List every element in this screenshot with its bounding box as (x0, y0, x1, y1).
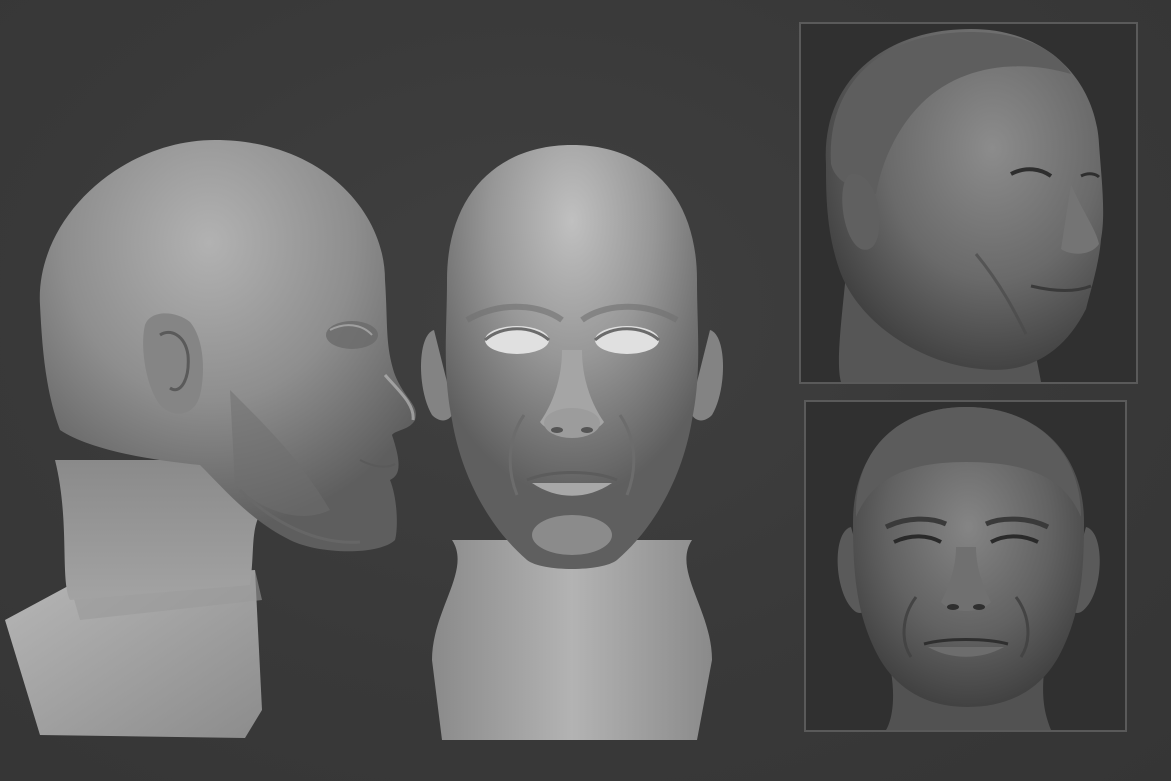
reference-head-front-icon (837, 407, 1100, 730)
reference-front-frame (804, 400, 1127, 732)
viewport-canvas (0, 0, 1171, 781)
clay-head-front-icon (420, 145, 724, 740)
reference-head-three-quarter-icon (825, 29, 1104, 382)
sculpt-profile-view (0, 130, 425, 745)
clay-head-profile-icon (5, 140, 416, 738)
reference-three-quarter-frame (799, 22, 1138, 384)
sculpt-front-view (412, 140, 742, 750)
